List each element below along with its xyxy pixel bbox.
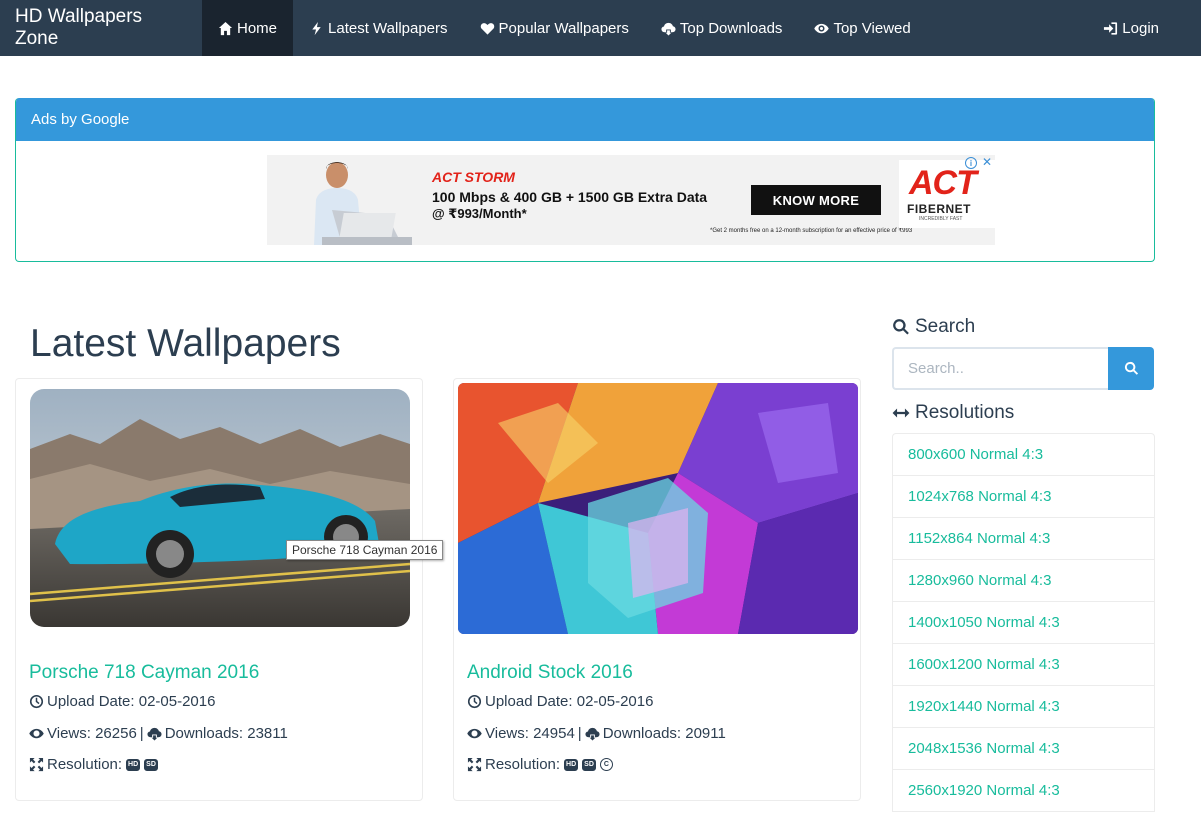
ad-logo-act: ACT — [909, 164, 977, 202]
clock-icon — [29, 694, 44, 709]
expand-icon — [29, 757, 44, 772]
upload-date: Upload Date: 02-05-2016 — [29, 693, 215, 710]
horizontal-arrows-icon — [892, 408, 910, 418]
search-button[interactable] — [1108, 347, 1154, 390]
views-count: Views: 24954 — [485, 725, 575, 742]
wallpaper-thumbnail[interactable] — [458, 383, 858, 634]
nav-login[interactable]: Login — [1087, 0, 1201, 56]
downloads-count: Downloads: 20911 — [602, 725, 726, 742]
resolution-link[interactable]: 1920x1440 Normal 4:3 — [892, 686, 1155, 728]
thumbnail-tooltip: Porsche 718 Cayman 2016 — [286, 540, 444, 560]
cloud-download-icon — [147, 727, 162, 741]
home-icon — [218, 21, 233, 35]
ad-offer-line2: @ ₹993/Month* — [432, 206, 527, 221]
downloads-count: Downloads: 23811 — [164, 725, 288, 742]
stats-separator: | — [577, 725, 582, 742]
copyright-badge: C — [599, 758, 613, 771]
resolution-link[interactable]: 1280x960 Normal 4:3 — [892, 560, 1155, 602]
ad-info-icon[interactable]: i — [965, 157, 977, 169]
ad-close-icon[interactable]: ✕ — [982, 155, 992, 169]
clock-icon — [467, 694, 482, 709]
ad-fineprint: *Get 2 months free on a 12-month subscri… — [710, 228, 913, 234]
resolutions-heading: Resolutions — [892, 402, 1014, 424]
ad-brand-logo: ACT FIBERNET INCREDIBLY FAST — [899, 160, 995, 228]
upload-date: Upload Date: 02-05-2016 — [467, 693, 653, 710]
nav-home[interactable]: Home — [202, 0, 294, 56]
hd-badge: HD — [126, 758, 141, 771]
brand-logo[interactable]: HD Wallpapers Zone — [0, 0, 202, 56]
ad-logo-fibernet: FIBERNET — [907, 202, 971, 216]
ad-logo-subtitle: INCREDIBLY FAST — [919, 216, 963, 222]
search-heading-label: Search — [915, 316, 976, 337]
upload-date-text: Upload Date: 02-05-2016 — [47, 693, 216, 710]
porsche-thumbnail-image — [30, 389, 410, 627]
resolution-label: Resolution: — [47, 756, 123, 773]
ad-tagline: ACT STORM — [432, 169, 515, 185]
resolution-label: Resolution: — [485, 756, 561, 773]
nav-home-label: Home — [237, 19, 278, 37]
resolution-link[interactable]: 1400x1050 Normal 4:3 — [892, 602, 1155, 644]
nav-latest-wallpapers[interactable]: Latest Wallpapers — [293, 0, 464, 56]
nav-viewed-label: Top Viewed — [833, 19, 911, 37]
wallpaper-card: Porsche 718 Cayman 2016 Porsche 718 Caym… — [15, 378, 444, 801]
nav-popular-wallpapers[interactable]: Popular Wallpapers — [464, 0, 645, 56]
cloud-download-icon — [585, 727, 600, 741]
views-count: Views: 26256 — [47, 725, 137, 742]
wallpaper-thumbnail[interactable] — [30, 389, 410, 627]
resolution-list: 800x600 Normal 4:3 1024x768 Normal 4:3 1… — [892, 433, 1155, 812]
page-title: Latest Wallpapers — [30, 322, 341, 365]
expand-icon — [467, 757, 482, 772]
resolution-link[interactable]: 2048x1536 Normal 4:3 — [892, 728, 1155, 770]
ad-know-more-button[interactable]: KNOW MORE — [751, 185, 881, 215]
resolutions-heading-label: Resolutions — [915, 402, 1015, 423]
search-heading: Search — [892, 316, 975, 338]
view-download-stats: Views: 24954 | Downloads: 20911 — [467, 725, 726, 742]
navbar: HD Wallpapers Zone Home Latest Wallpaper… — [0, 0, 1201, 56]
eye-icon — [467, 728, 482, 739]
ad-person-image — [292, 155, 412, 245]
resolution-link[interactable]: 1024x768 Normal 4:3 — [892, 476, 1155, 518]
view-download-stats: Views: 26256 | Downloads: 23811 — [29, 725, 288, 742]
bolt-icon — [312, 21, 321, 35]
ad-banner[interactable]: ACT STORM 100 Mbps & 400 GB + 1500 GB Ex… — [267, 155, 995, 245]
nav-login-label: Login — [1122, 19, 1159, 37]
search-input[interactable] — [892, 347, 1108, 390]
nav-latest-label: Latest Wallpapers — [328, 19, 448, 37]
heart-icon — [480, 22, 494, 35]
resolution-link[interactable]: 2560x1920 Normal 4:3 — [892, 770, 1155, 812]
resolution-link[interactable]: 1152x864 Normal 4:3 — [892, 518, 1155, 560]
resolution-link[interactable]: 1600x1200 Normal 4:3 — [892, 644, 1155, 686]
eye-icon — [29, 728, 44, 739]
nav-downloads-label: Top Downloads — [679, 19, 783, 37]
resolution-link[interactable]: 800x600 Normal 4:3 — [892, 433, 1155, 476]
wallpaper-title-link[interactable]: Android Stock 2016 — [467, 662, 633, 684]
wallpaper-title-link[interactable]: Porsche 718 Cayman 2016 — [29, 662, 259, 684]
search-icon — [1124, 361, 1138, 375]
stats-separator: | — [139, 725, 144, 742]
wallpaper-card: Android Stock 2016 Upload Date: 02-05-20… — [453, 378, 861, 801]
sd-badge: SD — [582, 758, 596, 771]
ads-panel: Ads by Google ACT STORM 100 Mbps & 400 G… — [15, 98, 1155, 262]
nav-top-downloads[interactable]: Top Downloads — [645, 0, 799, 56]
sd-badge: SD — [144, 758, 158, 771]
android-stock-thumbnail-image — [458, 383, 858, 634]
login-icon — [1104, 21, 1118, 35]
nav-top-viewed[interactable]: Top Viewed — [798, 0, 926, 56]
ads-heading: Ads by Google — [16, 98, 1154, 141]
resolution-info: Resolution: HD SD — [29, 756, 158, 773]
hd-badge: HD — [564, 758, 579, 771]
nav-popular-label: Popular Wallpapers — [498, 19, 629, 37]
eye-icon — [814, 23, 830, 33]
search-icon — [893, 319, 909, 335]
upload-date-text: Upload Date: 02-05-2016 — [485, 693, 654, 710]
cloud-download-icon — [661, 22, 676, 36]
ad-offer-line1: 100 Mbps & 400 GB + 1500 GB Extra Data — [432, 189, 708, 205]
resolution-info: Resolution: HD SD C — [467, 756, 613, 773]
